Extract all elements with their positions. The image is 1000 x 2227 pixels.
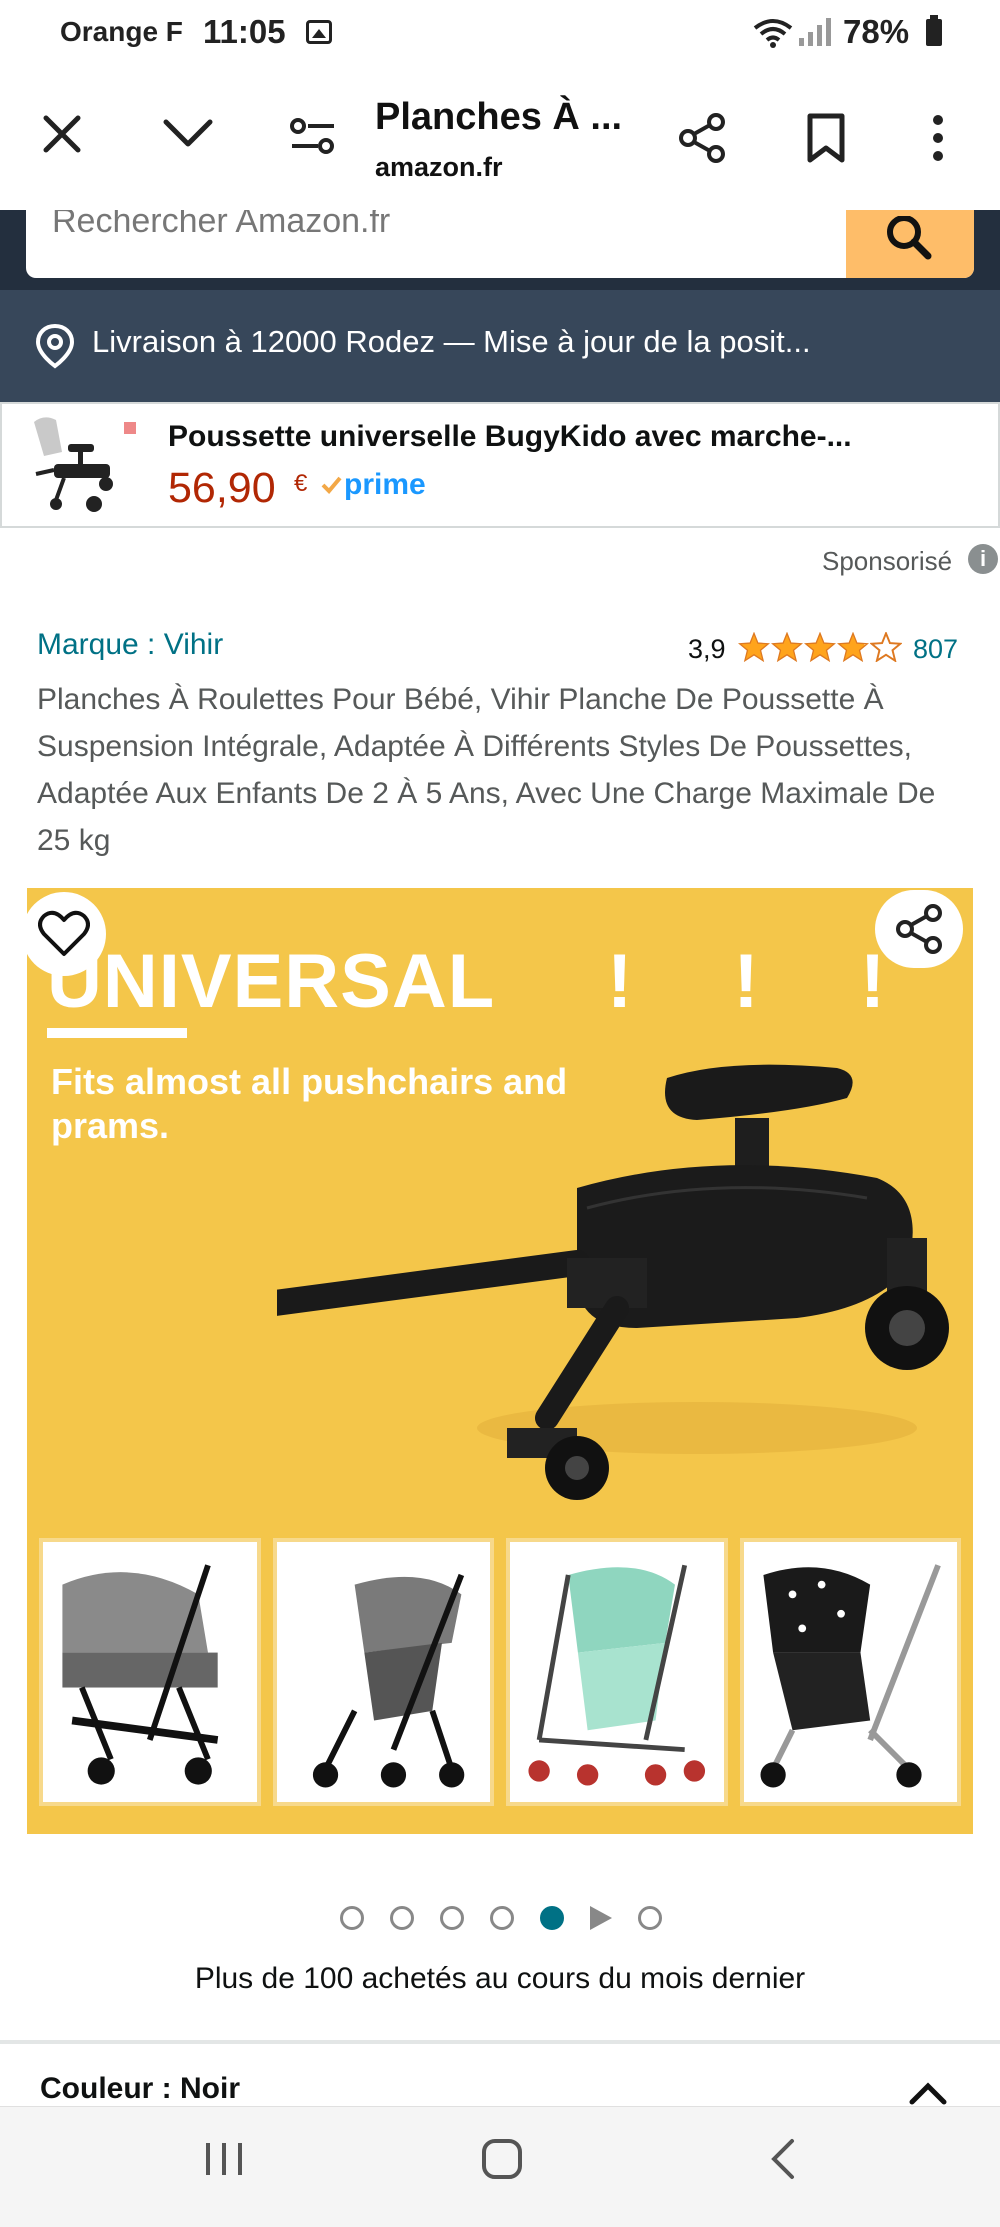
compatible-strollers-grid xyxy=(39,1538,961,1806)
carousel-dot-active[interactable] xyxy=(540,1906,564,1930)
location-pin-icon xyxy=(35,323,75,369)
sponsored-label: Sponsorisé xyxy=(822,546,953,576)
carousel-dot[interactable] xyxy=(390,1906,414,1930)
ad-title: Poussette universelle BugyKido avec marc… xyxy=(168,420,852,453)
carousel-dot[interactable] xyxy=(440,1906,464,1930)
video-play-icon[interactable] xyxy=(590,1906,612,1930)
carousel-dot[interactable] xyxy=(340,1906,364,1930)
star-icon xyxy=(771,632,803,662)
image-share-button[interactable] xyxy=(875,890,963,968)
amazon-header: Rechercher Amazon.fr xyxy=(0,210,1000,290)
search-input[interactable]: Rechercher Amazon.fr xyxy=(26,210,974,278)
page-title[interactable]: Planches À ... xyxy=(375,96,622,139)
stroller-thumbnail xyxy=(739,1538,961,1806)
star-empty-icon xyxy=(870,632,902,662)
product-image-carousel[interactable]: UNIVERSAL ! ! ! Fits almost all pushchai… xyxy=(27,888,973,1834)
system-nav-bar xyxy=(0,2106,1000,2227)
carrier-label: Orange F xyxy=(60,16,183,47)
star-icon xyxy=(738,632,770,662)
star-icon xyxy=(837,632,869,662)
battery-icon xyxy=(926,15,942,46)
close-icon[interactable] xyxy=(38,110,86,158)
brand-link[interactable]: Marque : Vihir xyxy=(37,628,223,662)
stroller-thumbnail xyxy=(39,1538,261,1806)
page-url[interactable]: amazon.fr xyxy=(375,152,503,183)
prime-check-icon xyxy=(321,476,342,494)
share-icon[interactable] xyxy=(676,112,728,164)
add-to-list-button[interactable] xyxy=(22,892,106,976)
rating-count-link[interactable]: 807 xyxy=(913,634,958,665)
carousel-pager[interactable] xyxy=(340,1906,662,1930)
page-settings-icon[interactable] xyxy=(290,116,336,156)
delivery-text: Livraison à 12000 Rodez — Mise à jour de… xyxy=(92,324,811,359)
rating-value: 3,9 xyxy=(688,634,726,664)
chevron-down-icon[interactable] xyxy=(162,116,214,152)
search-placeholder: Rechercher Amazon.fr xyxy=(52,210,391,240)
star-icon xyxy=(804,632,836,662)
color-selector-header[interactable]: Couleur : Noir xyxy=(40,2072,240,2100)
chevron-up-icon[interactable] xyxy=(908,2082,948,2106)
clock: 11:05 xyxy=(203,13,286,50)
bookmark-icon[interactable] xyxy=(806,112,846,164)
share-icon xyxy=(896,904,942,954)
more-vert-icon[interactable] xyxy=(928,112,948,164)
stroller-thumbnail xyxy=(272,1538,494,1806)
info-icon[interactable]: i xyxy=(968,544,998,574)
ad-currency: € xyxy=(294,470,308,497)
recents-icon[interactable] xyxy=(202,2137,246,2181)
gallery-notification-icon xyxy=(306,20,332,44)
search-button[interactable] xyxy=(846,210,974,278)
status-bar: Orange F 11:05 78% xyxy=(0,0,1000,66)
headline-underline xyxy=(47,1028,187,1038)
sponsored-product-banner[interactable]: Poussette universelle BugyKido avec marc… xyxy=(0,402,1000,528)
browser-toolbar: Planches À ... amazon.fr xyxy=(0,66,1000,210)
prime-badge: prime xyxy=(344,468,426,501)
home-icon[interactable] xyxy=(480,2137,524,2181)
back-icon[interactable] xyxy=(766,2137,798,2181)
carousel-dot[interactable] xyxy=(490,1906,514,1930)
section-divider xyxy=(0,2040,1000,2044)
ride-board-illustration xyxy=(277,1064,949,1500)
signal-icon xyxy=(799,18,831,46)
purchase-stats: Plus de 100 achetés au cours du mois der… xyxy=(194,1962,806,1995)
ad-product-thumbnail xyxy=(24,412,142,520)
wifi-icon xyxy=(753,19,793,48)
product-title: Planches À Roulettes Pour Bébé, Vihir Pl… xyxy=(37,683,936,857)
search-icon xyxy=(887,216,932,260)
stroller-thumbnail xyxy=(506,1538,728,1806)
star-rating[interactable] xyxy=(738,632,902,662)
battery-level: 78% xyxy=(843,13,910,50)
carousel-dot[interactable] xyxy=(638,1906,662,1930)
ad-price: 56,90 xyxy=(168,464,276,512)
heart-icon xyxy=(38,910,90,956)
delivery-location-bar[interactable]: Livraison à 12000 Rodez — Mise à jour de… xyxy=(0,290,1000,402)
